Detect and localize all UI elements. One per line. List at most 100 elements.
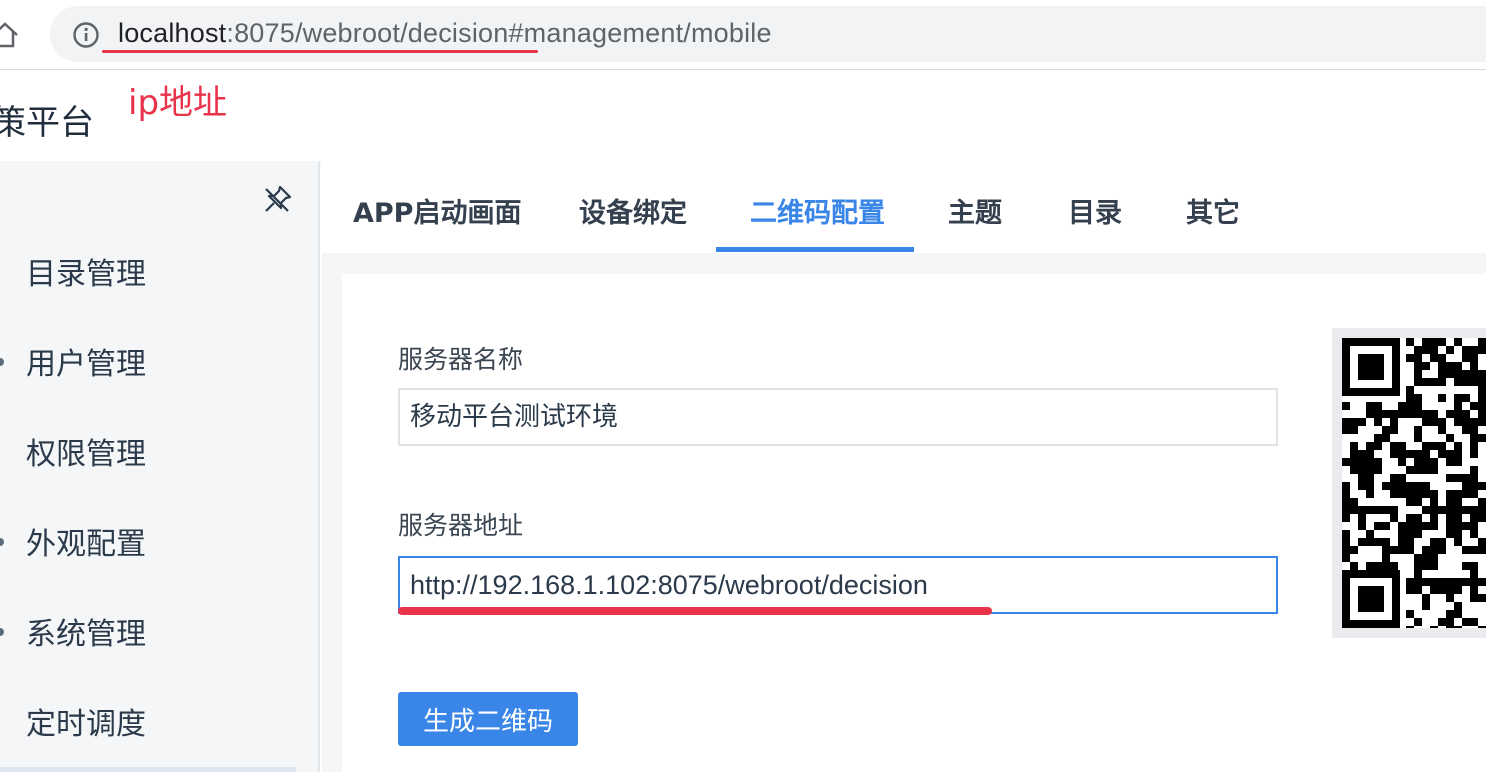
server-name-input[interactable]: 移动平台测试环境 [398,388,1278,446]
qr-module [1470,362,1478,370]
qr-module [1398,530,1406,538]
qr-module [1374,458,1382,466]
tab-theme[interactable]: 主题 [948,191,1002,230]
qr-module [1382,562,1390,570]
qr-module [1430,466,1438,474]
tab-app-splash[interactable]: APP启动画面 [353,191,521,230]
qr-module [1430,562,1438,570]
qr-module [1470,370,1478,378]
qr-module [1470,474,1478,482]
qr-module [1358,418,1366,426]
qr-module [1390,490,1398,498]
tab-qrcode-config[interactable]: 二维码配置 [750,191,885,230]
qr-module [1422,562,1430,570]
tab-device-binding[interactable]: 设备绑定 [579,191,687,230]
qr-module [1422,506,1430,514]
sidebar-item-users[interactable]: 用户管理 [26,339,146,383]
qr-module [1414,458,1422,466]
qr-module [1422,346,1430,354]
active-tab-indicator [716,247,914,252]
qr-module [1350,418,1358,426]
qr-module [1446,530,1454,538]
qr-module [1406,578,1414,586]
qr-module [1470,450,1478,458]
qr-module [1398,474,1406,482]
qr-module [1438,618,1446,626]
qr-module [1414,562,1422,570]
qr-module [1438,338,1446,346]
address-bar[interactable]: localhost:8075/webroot/decision#manageme… [50,6,1486,62]
qr-module [1422,450,1430,458]
qr-module [1446,498,1454,506]
unpin-icon[interactable] [262,183,294,215]
sidebar: 目录管理 用户管理 权限管理 外观配置 系统管理 定时调度 [0,161,320,772]
qr-module [1446,506,1454,514]
qr-module [1406,450,1414,458]
annotation-underline-address [398,607,992,615]
qr-module [1414,426,1422,434]
qr-module [1430,418,1438,426]
qr-module [1462,546,1470,554]
qr-module [1478,538,1486,546]
qr-module [1438,418,1446,426]
qr-module [1446,458,1454,466]
qr-module [1342,514,1350,522]
qr-module [1438,378,1446,386]
qr-module [1454,394,1462,402]
qr-module [1446,346,1454,354]
qr-module [1470,482,1478,490]
qr-module [1398,402,1406,410]
qr-module [1350,562,1358,570]
url-text[interactable]: localhost:8075/webroot/decision#manageme… [118,18,772,49]
qr-module [1374,402,1382,410]
qr-module [1342,554,1350,562]
qr-module [1462,506,1470,514]
qr-module [1342,490,1350,498]
qr-module [1454,626,1462,628]
qr-module [1350,442,1358,450]
qr-module [1422,362,1430,370]
qr-module [1406,546,1414,554]
qr-module [1454,402,1462,410]
qr-module [1406,626,1414,628]
qr-module [1438,442,1446,450]
sidebar-item-permissions[interactable]: 权限管理 [26,429,146,473]
qr-module [1478,394,1486,402]
qr-module [1414,466,1422,474]
qr-module [1438,394,1446,402]
qr-module [1454,410,1462,418]
qr-module [1374,466,1382,474]
server-address-label: 服务器地址 [398,511,524,540]
qr-module [1406,386,1414,394]
qr-module [1478,410,1486,418]
tab-other[interactable]: 其它 [1186,191,1240,230]
sidebar-item-scheduling[interactable]: 定时调度 [26,699,146,743]
qr-module [1414,570,1422,578]
qr-module [1350,546,1358,554]
qr-module [1414,394,1422,402]
qr-module [1446,362,1454,370]
tab-catalog[interactable]: 目录 [1068,191,1122,230]
qr-module [1374,442,1382,450]
qr-module [1382,506,1390,514]
qr-module [1454,498,1462,506]
qr-module [1430,578,1438,586]
info-icon[interactable] [72,21,100,49]
home-icon[interactable] [0,20,20,50]
qr-module [1478,370,1486,378]
server-address-input[interactable]: http://192.168.1.102:8075/webroot/decisi… [398,556,1278,614]
qr-module [1470,578,1478,586]
generate-qrcode-button[interactable]: 生成二维码 [398,692,578,746]
qr-module [1454,610,1462,618]
qr-module [1462,418,1470,426]
sidebar-item-appearance[interactable]: 外观配置 [26,519,146,563]
qr-module [1478,482,1486,490]
qr-module [1398,482,1406,490]
qr-module [1422,338,1430,346]
sidebar-item-catalog[interactable]: 目录管理 [26,249,146,293]
qr-module [1366,506,1374,514]
qr-module [1438,362,1446,370]
qr-module [1470,418,1478,426]
qr-module [1366,450,1374,458]
sidebar-item-system[interactable]: 系统管理 [26,609,146,653]
